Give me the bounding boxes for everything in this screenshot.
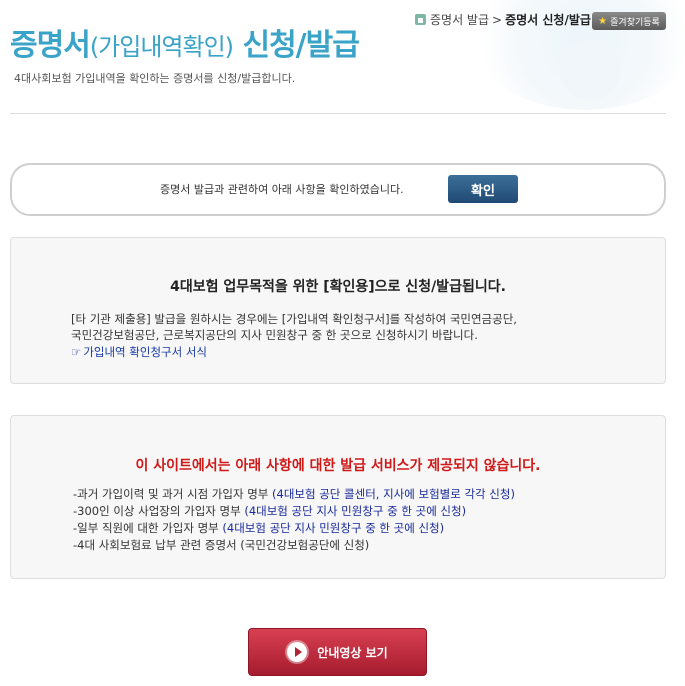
warning-item: -일부 직원에 대한 가입자 명부 (4대보험 공단 지사 민원창구 중 한 곳… [73,520,515,537]
warning-item: -4대 사회보험료 납부 관련 증명서 (국민건강보험공단에 신청) [73,537,515,554]
warning-item-text: -4대 사회보험료 납부 관련 증명서 (국민건강보험공단에 신청) [73,538,370,552]
breadcrumb-separator: > [492,12,503,27]
document-icon: ☞ [71,345,82,359]
page-subtitle: 4대사회보험 가입내역을 확인하는 증명서를 신청/발급합니다. [14,72,296,85]
breadcrumb-current: 증명서 신청/발급 [505,13,591,27]
claim-form-link-label[interactable]: 가입내역 확인청구서 서식 [83,345,207,359]
warning-item: -과거 가입이력 및 과거 시점 가입자 명부 (4대보험 공단 콜센터, 지사… [73,486,515,503]
info-line-1: [타 기관 제출용] 발급을 원하시는 경우에는 [가입내역 확인청구서]를 작… [71,312,517,326]
warning-heading: 이 사이트에서는 아래 사항에 대한 발급 서비스가 제공되지 않습니다. [135,458,541,474]
warning-item-text: -일부 직원에 대한 가입자 명부 [73,521,223,535]
breadcrumb: 증명서 발급 > 증명서 신청/발급 [415,11,591,28]
warning-panel: 이 사이트에서는 아래 사항에 대한 발급 서비스가 제공되지 않습니다. -과… [10,415,666,579]
warning-item-note: (4대보험 공단 콜센터, 지사에 보험별로 각각 신청) [272,487,515,501]
info-heading: 4대보험 업무목적을 위한 [확인용]으로 신청/발급됩니다. [170,279,506,295]
info-line-2: 국민건강보험공단, 근로복지공단의 지사 민원창구 중 한 곳으로 신청하시기 … [71,328,478,342]
header-decoration-circle [560,40,620,100]
star-icon: ★ [598,15,608,27]
warning-item-note: (4대보험 공단 지사 민원창구 중 한 곳에 신청) [222,521,445,535]
page-title: 증명서(가입내역확인) 신청/발급 [10,20,360,64]
page-title-end: 신청/발급 [233,28,359,63]
info-panel: 4대보험 업무목적을 위한 [확인용]으로 신청/발급됩니다. [타 기관 제출… [10,237,666,384]
warning-item-note: (4대보험 공단 지사 민원창구 중 한 곳에 신청) [244,504,467,518]
confirm-button[interactable]: 확인 [448,175,518,203]
home-icon[interactable] [415,14,426,25]
warning-item: -300인 이상 사업장의 가입자 명부 (4대보험 공단 지사 민원창구 중 … [73,503,515,520]
warning-list: -과거 가입이력 및 과거 시점 가입자 명부 (4대보험 공단 콜센터, 지사… [73,486,515,554]
page-title-main: 증명서 [10,28,91,63]
guide-video-label: 안내영상 보기 [317,645,388,660]
warning-item-text: -300인 이상 사업장의 가입자 명부 [73,504,245,518]
confirm-text: 증명서 발급과 관련하여 아래 사항을 확인하였습니다. [160,183,404,196]
claim-form-link[interactable]: ☞ 가입내역 확인청구서 서식 [71,344,207,360]
play-icon [287,642,308,662]
info-description: [타 기관 제출용] 발급을 원하시는 경우에는 [가입내역 확인청구서]를 작… [71,311,517,343]
guide-video-button[interactable]: 안내영상 보기 [248,628,427,676]
page-title-paren: (가입내역확인) [89,33,234,61]
add-favorite-label: 즐겨찾기등록 [610,17,660,28]
breadcrumb-item-certificate[interactable]: 증명서 발급 [430,11,489,28]
warning-item-text: -과거 가입이력 및 과거 시점 가입자 명부 [73,487,273,501]
header-divider [10,113,666,114]
add-favorite-button[interactable]: ★ 즐겨찾기등록 [592,12,666,30]
confirm-panel: 증명서 발급과 관련하여 아래 사항을 확인하였습니다. 확인 [10,163,666,216]
